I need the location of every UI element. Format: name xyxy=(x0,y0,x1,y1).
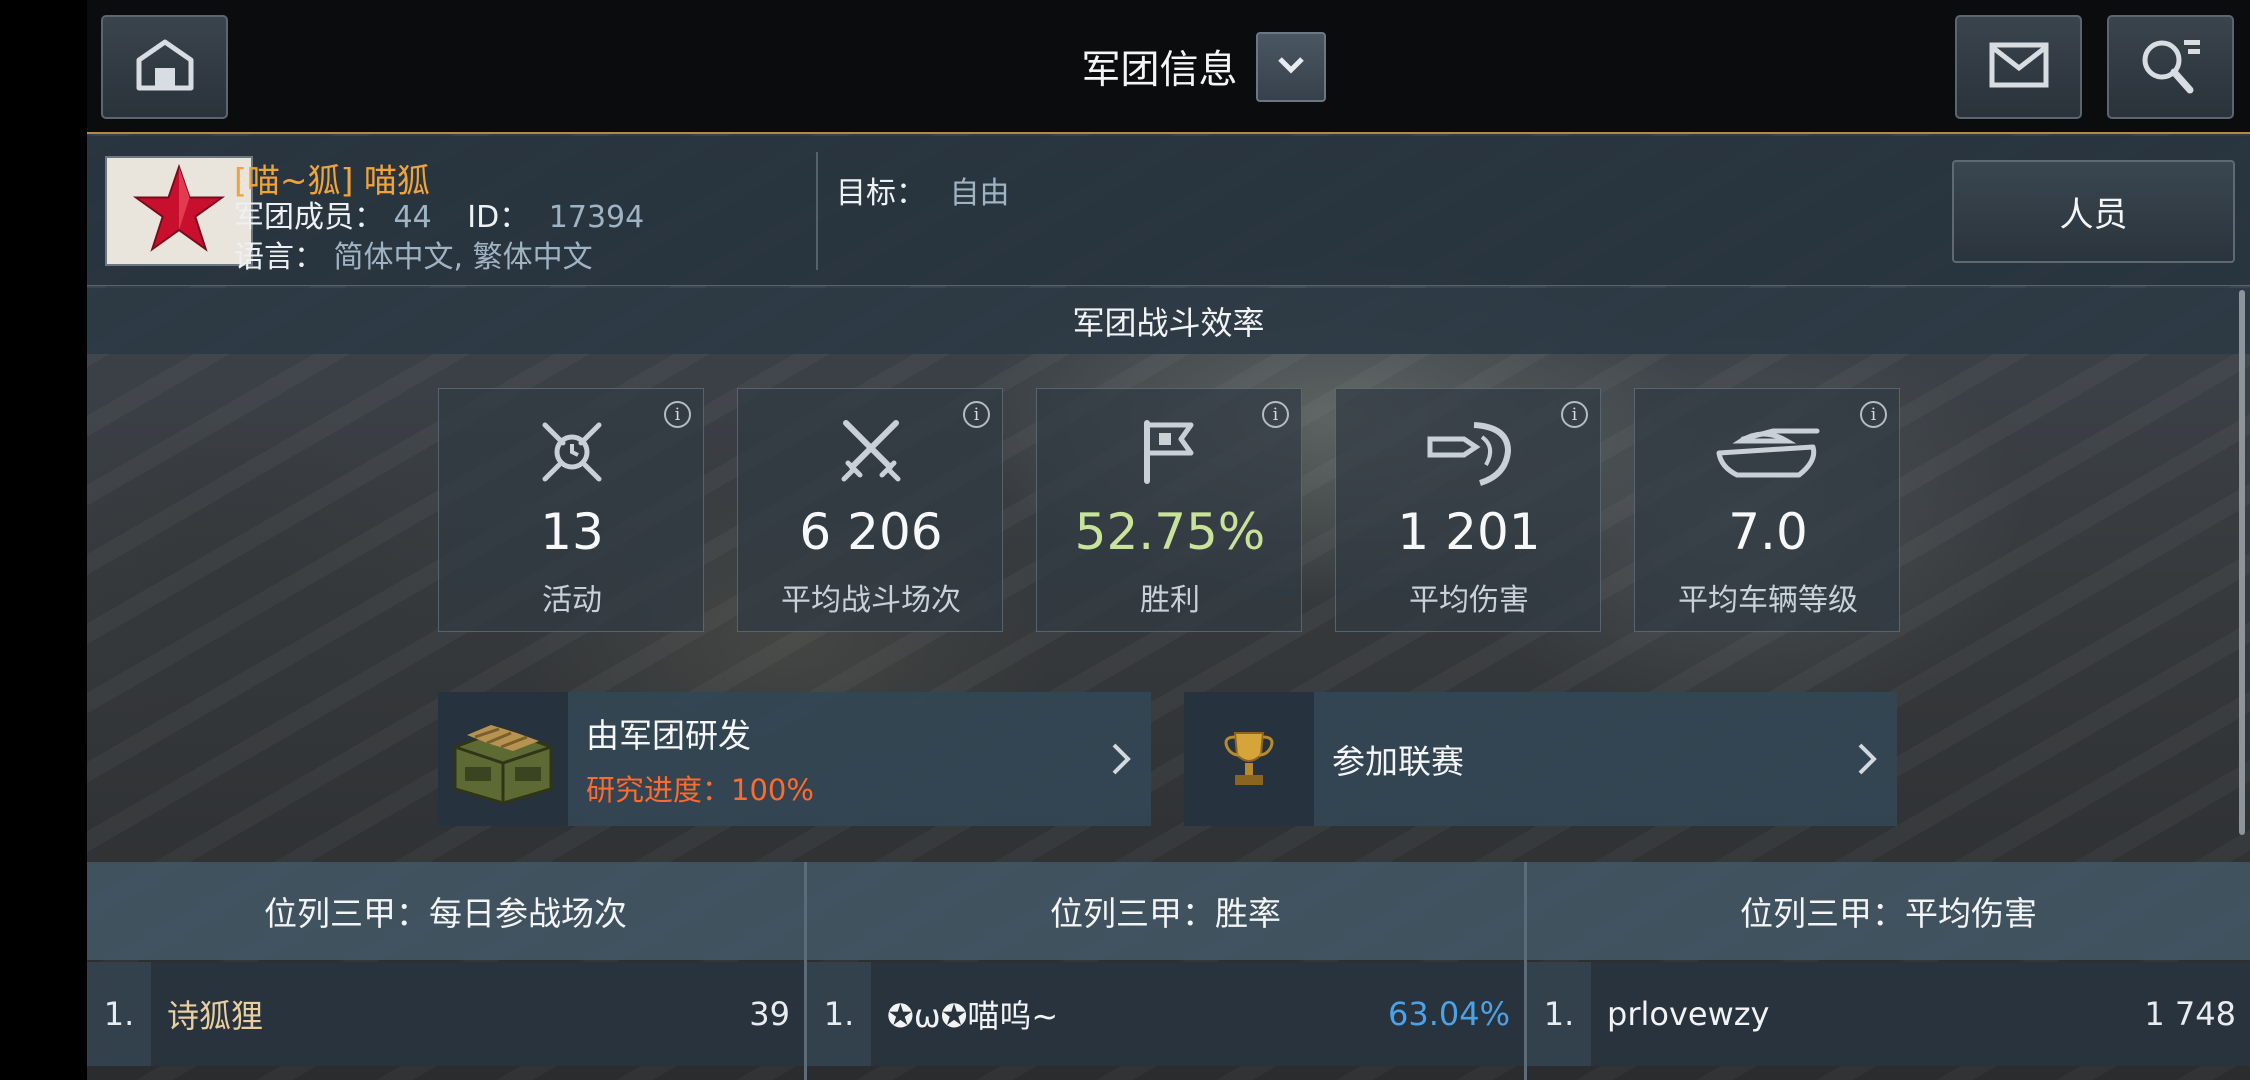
search-icon xyxy=(2138,36,2204,98)
research-button[interactable]: 由军团研发 研究进度：100% xyxy=(438,692,1151,826)
ranking-row[interactable]: 1. prlovewzy 1 748 xyxy=(1527,962,2250,1066)
player-name: ✪ω✪喵呜~ xyxy=(887,997,1059,1035)
clock-swords-icon xyxy=(439,417,705,491)
ranking-header-avg-damage: 位列三甲：平均伤害 xyxy=(1527,862,2250,960)
stat-label: 胜利 xyxy=(1140,583,1200,618)
section-title: 军团战斗效率 xyxy=(87,288,2250,354)
clan-language-line: 语言： 简体中文, 繁体中文 xyxy=(234,232,593,276)
rank-number: 1. xyxy=(87,962,151,1066)
clan-goal: 目标： 自由 xyxy=(836,168,1010,212)
join-league-button[interactable]: 参加联赛 xyxy=(1184,692,1897,826)
clan-members-line: 军团成员： 44 ID： 17394 xyxy=(234,192,644,236)
page-title: 军团信息 xyxy=(1081,48,1238,93)
stat-value: 7.0 xyxy=(1728,503,1808,561)
mail-button[interactable] xyxy=(1955,15,2082,119)
search-clan-button[interactable] xyxy=(2107,15,2234,119)
flag-icon xyxy=(1037,417,1303,491)
title-area: 军团信息 xyxy=(87,0,2250,134)
stat-value-win: 52.75% xyxy=(1074,503,1266,561)
rank-number: 1. xyxy=(807,962,871,1066)
tank-icon xyxy=(1635,417,1901,491)
mail-icon xyxy=(1989,42,2049,92)
column-divider xyxy=(804,862,807,1080)
id-label: ID： xyxy=(467,200,530,235)
player-score: 39 xyxy=(749,995,790,1033)
title-dropdown-button[interactable] xyxy=(1255,32,1326,102)
chevron-right-icon xyxy=(1091,741,1151,777)
stat-label: 平均伤害 xyxy=(1409,583,1529,618)
stat-card-avg-battles: i 6 206 平均战斗场次 xyxy=(737,388,1003,632)
id-value: 17394 xyxy=(548,200,645,235)
player-score: 1 748 xyxy=(2144,995,2236,1033)
language-value: 简体中文, 繁体中文 xyxy=(333,240,593,275)
stat-value: 13 xyxy=(540,503,604,561)
language-label: 语言： xyxy=(234,240,324,275)
ranking-row[interactable]: 1. 诗狐狸 39 xyxy=(87,962,804,1066)
player-name: 诗狐狸 xyxy=(167,997,264,1035)
ranking-header-daily-battles: 位列三甲：每日参战场次 xyxy=(87,862,804,960)
clan-header: [喵~狐] 喵狐 军团成员： 44 ID： 17394 语言： 简体中文, 繁体… xyxy=(87,136,2250,286)
stat-label: 平均车辆等级 xyxy=(1678,583,1858,618)
shell-shield-icon xyxy=(1336,417,1602,491)
research-text: 由军团研发 研究进度：100% xyxy=(586,709,1091,809)
stat-card-avg-tier: i 7.0 平均车辆等级 xyxy=(1634,388,1900,632)
members-value: 44 xyxy=(393,200,432,235)
chevron-right-icon xyxy=(1837,741,1897,777)
staff-button[interactable]: 人员 xyxy=(1952,160,2235,263)
goal-value: 自由 xyxy=(949,176,1010,211)
stat-value: 6 206 xyxy=(799,503,943,561)
stat-label: 活动 xyxy=(542,583,602,618)
trophy-icon xyxy=(1184,692,1314,826)
research-crate-icon xyxy=(438,692,568,826)
rank-number: 1. xyxy=(1527,962,1591,1066)
stat-card-avg-damage: i 1 201 平均伤害 xyxy=(1335,388,1601,632)
ranking-row[interactable]: 1. ✪ω✪喵呜~ 63.04% xyxy=(807,962,1524,1066)
stat-card-activity: i 13 活动 xyxy=(438,388,704,632)
player-score: 63.04% xyxy=(1387,995,1510,1033)
header-divider xyxy=(816,152,818,270)
goal-label: 目标： xyxy=(836,176,926,211)
clan-emblem xyxy=(105,156,253,266)
top-bar: 军团信息 xyxy=(87,0,2250,134)
stat-value: 1 201 xyxy=(1397,503,1541,561)
crossed-swords-icon xyxy=(738,417,1004,491)
league-text: 参加联赛 xyxy=(1332,735,1837,783)
clan-info-screen: 军团信息 [喵~狐] 喵狐 军团成员： 44 ID： 17394 语言： 简体中… xyxy=(87,0,2250,1080)
league-title: 参加联赛 xyxy=(1332,742,1464,781)
ranking-header-win-rate: 位列三甲：胜率 xyxy=(807,862,1524,960)
stat-label: 平均战斗场次 xyxy=(781,583,961,618)
red-star-icon xyxy=(131,163,227,259)
column-divider xyxy=(1524,862,1527,1080)
research-title: 由军团研发 xyxy=(586,716,751,755)
members-label: 军团成员： xyxy=(234,200,384,235)
player-name: prlovewzy xyxy=(1607,995,1770,1033)
stat-card-win-rate: i 52.75% 胜利 xyxy=(1036,388,1302,632)
scrollbar[interactable] xyxy=(2239,290,2245,835)
chevron-down-icon xyxy=(1277,55,1305,79)
research-progress: 研究进度：100% xyxy=(586,773,814,807)
